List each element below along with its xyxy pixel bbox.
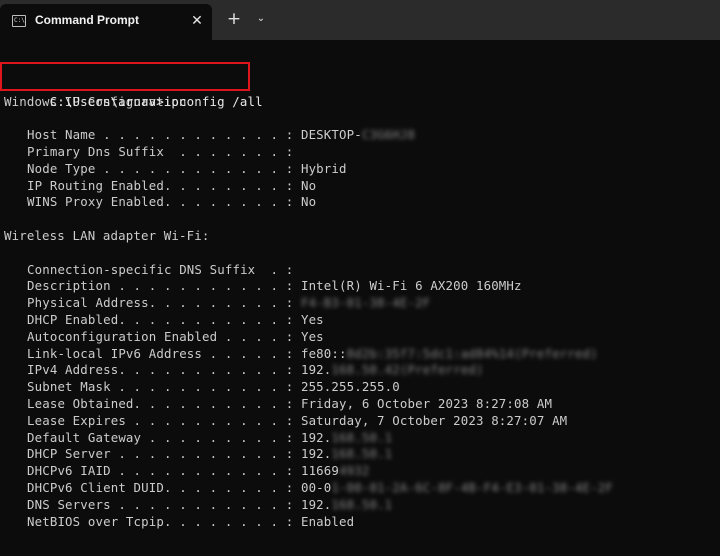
config-label: Lease Obtained. . . . . . . . . . : <box>27 395 301 411</box>
config-value: Intel(R) Wi-Fi 6 AX200 160MHz <box>300 278 522 294</box>
config-value: 192. <box>300 429 332 445</box>
config-row: Connection-specific DNS Suffix . : <box>4 262 716 279</box>
config-label: Link-local IPv6 Address . . . . . : <box>27 345 301 361</box>
config-value: Hybrid <box>300 160 347 176</box>
config-value: DESKTOP- <box>300 127 362 143</box>
config-value: Enabled <box>300 513 355 529</box>
config-row: NetBIOS over Tcpip. . . . . . . . : Enab… <box>4 514 716 531</box>
redacted-value: F4-B3-01-38-4E-2F <box>300 295 431 311</box>
config-row: DHCPv6 Client DUID. . . . . . . . : 00-0… <box>4 480 716 497</box>
title-bar: C:\ Command Prompt ✕ + ⌄ <box>0 0 720 40</box>
config-row: IPv4 Address. . . . . . . . . . . : 192.… <box>4 362 716 379</box>
config-value: 11669 <box>300 463 340 479</box>
config-row: DHCPv6 IAID . . . . . . . . . . . : 1166… <box>4 463 716 480</box>
config-label: Subnet Mask . . . . . . . . . . . : <box>27 379 301 395</box>
redacted-value: 1-00-01-2A-6C-8F-4B-F4-E3-01-38-4E-2F <box>331 479 613 495</box>
config-label: IP Routing Enabled. . . . . . . . : <box>27 177 301 193</box>
adapter-header: Wireless LAN adapter Wi-Fi: <box>4 227 210 243</box>
redacted-value: 4932 <box>339 463 370 479</box>
config-row: Physical Address. . . . . . . . . : F4-B… <box>4 295 716 312</box>
config-row: WINS Proxy Enabled. . . . . . . . : No <box>4 194 716 211</box>
terminal-icon: C:\ <box>12 15 26 27</box>
config-value: 255.255.255.0 <box>300 379 400 395</box>
config-row: DHCP Server . . . . . . . . . . . : 192.… <box>4 446 716 463</box>
config-row: Link-local IPv6 Address . . . . . : fe80… <box>4 346 716 363</box>
redacted-value: 168.50.1 <box>331 496 393 512</box>
config-label: Host Name . . . . . . . . . . . . : <box>27 127 301 143</box>
redacted-value: 8d2b:35f7:5dc1:ad84%14(Preferred) <box>346 345 598 361</box>
new-tab-button[interactable]: + <box>224 9 244 29</box>
config-row: Default Gateway . . . . . . . . . : 192.… <box>4 430 716 447</box>
config-row: Host Name . . . . . . . . . . . . : DESK… <box>4 127 716 144</box>
config-value: 00-0 <box>300 479 332 495</box>
config-row: DNS Servers . . . . . . . . . . . : 192.… <box>4 497 716 514</box>
config-row: Description . . . . . . . . . . . : Inte… <box>4 278 716 295</box>
config-label: DHCP Enabled. . . . . . . . . . . : <box>27 311 301 327</box>
config-row: Autoconfiguration Enabled . . . . : Yes <box>4 329 716 346</box>
tab-command-prompt[interactable]: C:\ Command Prompt ✕ <box>0 4 212 40</box>
config-label: Primary Dns Suffix . . . . . . . : <box>27 143 301 159</box>
command-line: C:\Users\arnav>ipconfig /all <box>49 93 263 109</box>
tab-title: Command Prompt <box>35 13 140 27</box>
config-label: DNS Servers . . . . . . . . . . . : <box>27 496 301 512</box>
config-value: 192. <box>300 362 332 378</box>
config-value: Yes <box>300 311 324 327</box>
redacted-value: 168.50.42(Preferred) <box>331 362 484 378</box>
close-icon[interactable]: ✕ <box>188 12 206 30</box>
config-value: No <box>300 194 317 210</box>
highlight-annotation <box>0 62 250 91</box>
config-row: IP Routing Enabled. . . . . . . . : No <box>4 178 716 195</box>
config-label: DHCP Server . . . . . . . . . . . : <box>27 446 301 462</box>
config-row: Primary Dns Suffix . . . . . . . : <box>4 144 716 161</box>
config-row: Lease Obtained. . . . . . . . . . : Frid… <box>4 396 716 413</box>
config-label: Physical Address. . . . . . . . . : <box>27 295 301 311</box>
config-row: Node Type . . . . . . . . . . . . : Hybr… <box>4 161 716 178</box>
adapter-config-list: Connection-specific DNS Suffix . : Descr… <box>4 262 716 531</box>
redacted-value: 168.50.1 <box>331 429 393 445</box>
config-label: WINS Proxy Enabled. . . . . . . . : <box>27 194 301 210</box>
terminal-output[interactable]: C:\Users\arnav>ipconfig /all Windows IP … <box>0 50 716 531</box>
config-label: Lease Expires . . . . . . . . . . : <box>27 412 301 428</box>
config-label: Default Gateway . . . . . . . . . : <box>27 429 301 445</box>
config-label: IPv4 Address. . . . . . . . . . . : <box>27 362 301 378</box>
redacted-value: C3G6HJ8 <box>361 127 416 143</box>
config-label: Node Type . . . . . . . . . . . . : <box>27 160 301 176</box>
config-row: DHCP Enabled. . . . . . . . . . . : Yes <box>4 312 716 329</box>
config-label: DHCPv6 IAID . . . . . . . . . . . : <box>27 463 301 479</box>
config-value: Friday, 6 October 2023 8:27:08 AM <box>300 395 553 411</box>
chevron-down-icon[interactable]: ⌄ <box>252 10 270 28</box>
config-label: Connection-specific DNS Suffix . : <box>27 261 301 277</box>
config-value: 192. <box>300 496 332 512</box>
terminal-window: C:\ Command Prompt ✕ + ⌄ C:\Users\arnav>… <box>0 0 720 556</box>
config-value: 192. <box>300 446 332 462</box>
global-config-list: Host Name . . . . . . . . . . . . : DESK… <box>4 127 716 211</box>
config-label: Autoconfiguration Enabled . . . . : <box>27 328 301 344</box>
config-value: No <box>300 177 317 193</box>
config-value: Saturday, 7 October 2023 8:27:07 AM <box>300 412 568 428</box>
config-label: NetBIOS over Tcpip. . . . . . . . : <box>27 513 301 529</box>
redacted-value: 168.50.1 <box>331 446 393 462</box>
config-row: Subnet Mask . . . . . . . . . . . : 255.… <box>4 379 716 396</box>
config-label: Description . . . . . . . . . . . : <box>27 278 301 294</box>
config-row: Lease Expires . . . . . . . . . . : Satu… <box>4 413 716 430</box>
config-value: fe80:: <box>300 345 347 361</box>
config-value: Yes <box>300 328 324 344</box>
config-label: DHCPv6 Client DUID. . . . . . . . : <box>27 479 301 495</box>
